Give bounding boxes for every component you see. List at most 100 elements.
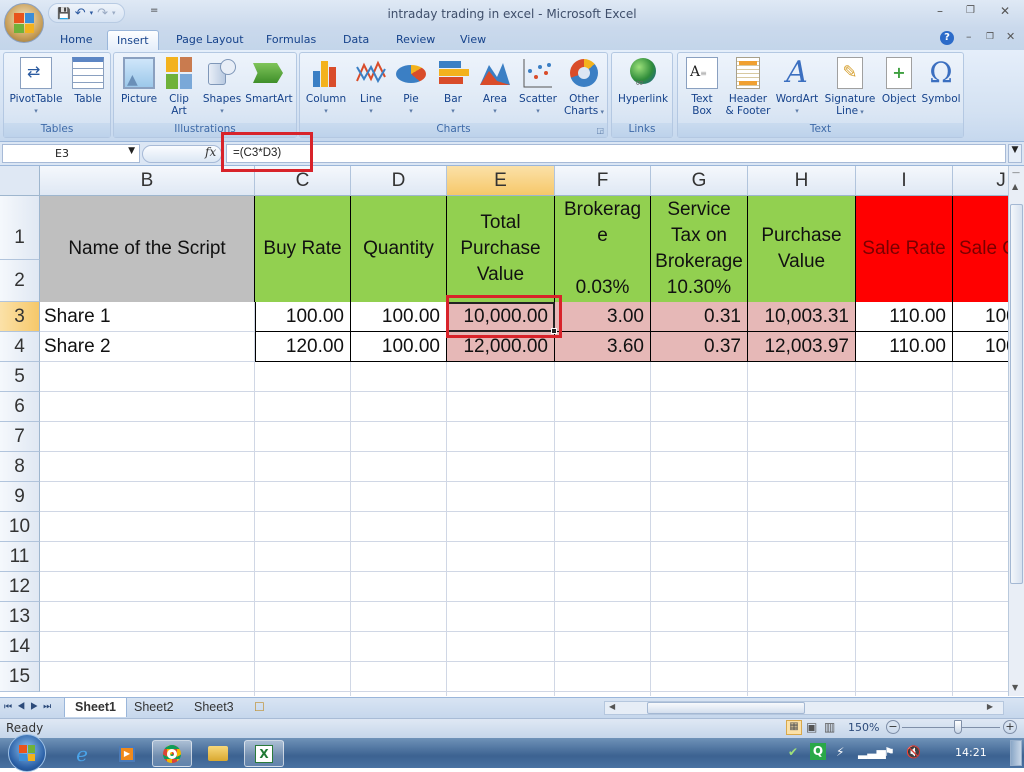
start-button[interactable] (8, 734, 46, 772)
row-header-6[interactable]: 6 (0, 392, 40, 422)
cell-h3[interactable]: 10,003.31 (748, 302, 856, 332)
header-cell-f[interactable]: Brokerag e 0.03% (555, 196, 651, 302)
cell-c3[interactable]: 100.00 (255, 302, 351, 332)
scroll-up-icon[interactable]: ▲ (1012, 182, 1018, 191)
signature-line-button[interactable]: ✎ Signature Line ▾ (822, 55, 878, 118)
pie-chart-button[interactable]: Pie ▾ (392, 55, 430, 117)
minimize-icon[interactable]: – (937, 4, 943, 18)
split-handle-icon[interactable]: — (1012, 168, 1020, 177)
cell-g3[interactable]: 0.31 (651, 302, 748, 332)
workbook-minimize-icon[interactable]: – (966, 30, 972, 43)
restore-icon[interactable]: ❐ (966, 5, 975, 16)
horizontal-scroll-thumb[interactable] (647, 702, 805, 714)
vertical-scroll-thumb[interactable] (1010, 204, 1023, 584)
smartart-button[interactable]: SmartArt (244, 55, 294, 105)
scroll-right-icon[interactable]: ▶ (987, 702, 993, 711)
zoom-slider-thumb[interactable] (954, 720, 962, 734)
page-break-view-icon[interactable]: ▥ (824, 720, 835, 734)
symbol-button[interactable]: Ω Symbol (920, 55, 962, 106)
cell-b4[interactable]: Share 2 (40, 332, 255, 362)
row-header-9[interactable]: 9 (0, 482, 40, 512)
cell-j4[interactable]: 100 (953, 332, 1008, 362)
row-header-5[interactable]: 5 (0, 362, 40, 392)
wordart-button[interactable]: A WordArt ▾ (774, 55, 820, 117)
taskbar-media-player[interactable]: ▶ (107, 740, 147, 767)
cell-j3[interactable]: 100 (953, 302, 1008, 332)
header-footer-button[interactable]: Header & Footer (724, 55, 772, 117)
cell-f4[interactable]: 3.60 (555, 332, 651, 362)
header-cell-b[interactable]: Name of the Script (40, 196, 255, 302)
row-header-14[interactable]: 14 (0, 632, 40, 662)
zoom-out-icon[interactable]: − (886, 720, 900, 734)
header-cell-e[interactable]: Total Purchase Value (447, 196, 555, 302)
office-button[interactable] (4, 3, 44, 43)
tray-action-center-flag-icon[interactable]: ⚑ (884, 745, 895, 759)
cell-g4[interactable]: 0.37 (651, 332, 748, 362)
taskbar-internet-explorer[interactable]: e (62, 740, 102, 767)
row-header-12[interactable]: 12 (0, 572, 40, 602)
formula-input[interactable]: =(C3*D3) (226, 144, 1006, 163)
column-header-f[interactable]: F (555, 166, 651, 196)
row-header-15[interactable]: 15 (0, 662, 40, 692)
bar-chart-button[interactable]: Bar ▾ (434, 55, 472, 117)
tab-insert[interactable]: Insert (107, 30, 159, 50)
row-header-8[interactable]: 8 (0, 452, 40, 482)
insert-function-icon[interactable]: fx (205, 145, 216, 159)
name-box[interactable]: E3 ▼ (2, 144, 140, 163)
cell-b3[interactable]: Share 1 (40, 302, 255, 332)
tray-network-icon[interactable]: ▂▃▅ (858, 745, 886, 759)
hyperlink-button[interactable]: ∞ Hyperlink (614, 55, 672, 105)
zoom-slider-track[interactable] (902, 727, 1000, 728)
scatter-chart-button[interactable]: Scatter ▾ (516, 55, 560, 117)
zoom-level[interactable]: 150% (848, 721, 879, 734)
header-cell-h[interactable]: Purchase Value (748, 196, 856, 302)
tray-power-icon[interactable]: ⚡ (836, 745, 844, 759)
area-chart-button[interactable]: Area ▾ (476, 55, 514, 117)
help-icon[interactable]: ? (940, 31, 954, 45)
sheet-nav-icons[interactable]: ⏮◀▶⏭ (4, 701, 56, 712)
cell-f3[interactable]: 3.00 (555, 302, 651, 332)
tray-sync-icon[interactable]: ✔ (788, 745, 798, 759)
tab-home[interactable]: Home (60, 30, 92, 50)
column-header-d[interactable]: D (351, 166, 447, 196)
charts-dialog-launcher-icon[interactable]: ◲ (596, 126, 604, 135)
vertical-scrollbar[interactable]: — ▲ ▼ (1008, 166, 1024, 696)
taskbar-excel[interactable]: X (244, 740, 284, 767)
workbook-restore-icon[interactable]: ❐ (986, 32, 994, 42)
zoom-in-icon[interactable]: + (1003, 720, 1017, 734)
taskbar-clock[interactable]: 14:21 (955, 746, 987, 759)
shapes-button[interactable]: Shapes ▾ (200, 55, 244, 117)
other-charts-button[interactable]: Other Charts ▾ (562, 55, 606, 118)
clip-art-button[interactable]: Clip Art (164, 55, 194, 117)
row-header-3[interactable]: 3 (0, 302, 40, 332)
header-cell-d[interactable]: Quantity (351, 196, 447, 302)
cell-i3[interactable]: 110.00 (856, 302, 953, 332)
table-button[interactable]: Table (68, 55, 108, 105)
pivottable-button[interactable]: ⇄ PivotTable ▾ (6, 55, 66, 117)
row-header-11[interactable]: 11 (0, 542, 40, 572)
scroll-left-icon[interactable]: ◀ (609, 702, 615, 711)
text-box-button[interactable]: A≡ Text Box (680, 55, 724, 117)
row-header-4[interactable]: 4 (0, 332, 40, 362)
column-header-i[interactable]: I (856, 166, 953, 196)
sheet-tab-sheet2[interactable]: Sheet2 (124, 698, 184, 717)
tab-page-layout[interactable]: Page Layout (176, 30, 244, 50)
column-header-h[interactable]: H (748, 166, 856, 196)
cell-c4[interactable]: 120.00 (255, 332, 351, 362)
sheet-tab-sheet3[interactable]: Sheet3 (184, 698, 244, 717)
taskbar-file-explorer[interactable] (198, 740, 238, 767)
spreadsheet-grid[interactable]: B C D E F G H I J 1 2 3 4 5 6 7 8 9 10 11 12 13 14 15 Name of th… (0, 166, 1008, 696)
picture-button[interactable]: ▲ Picture (118, 55, 160, 105)
row-header-10[interactable]: 10 (0, 512, 40, 542)
tray-q-icon[interactable]: Q (810, 743, 826, 760)
show-desktop-button[interactable] (1010, 740, 1022, 766)
cell-d4[interactable]: 100.00 (351, 332, 447, 362)
sheet-tab-sheet1[interactable]: Sheet1 (64, 698, 127, 717)
page-layout-view-icon[interactable]: ▣ (806, 720, 817, 734)
object-button[interactable]: + Object (878, 55, 920, 105)
header-cell-g[interactable]: Service Tax on Brokerage 10.30% (651, 196, 748, 302)
column-header-j[interactable]: J (953, 166, 1008, 196)
horizontal-scrollbar[interactable]: ◀ ▶ (604, 701, 1004, 715)
name-box-dropdown-icon[interactable]: ▼ (128, 146, 135, 156)
cell-d3[interactable]: 100.00 (351, 302, 447, 332)
